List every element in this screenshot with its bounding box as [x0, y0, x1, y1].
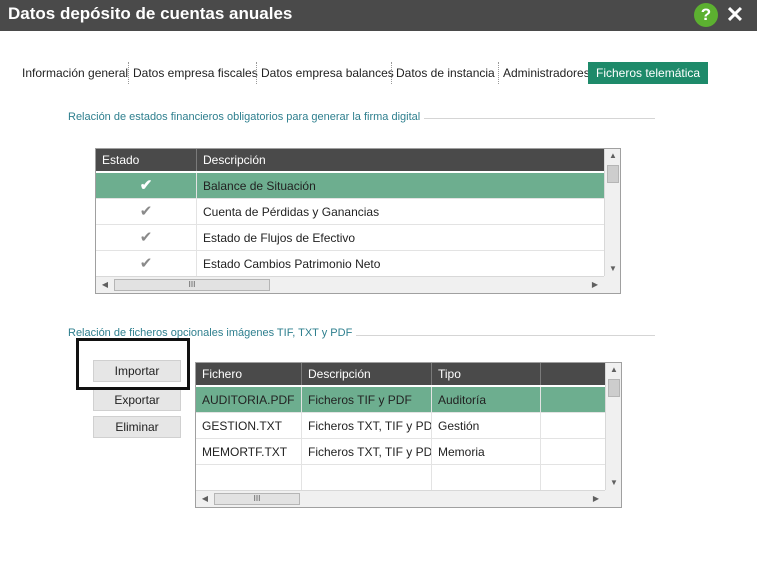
row-fichero: AUDITORIA.PDF — [196, 387, 302, 413]
column-header-estado[interactable]: Estado — [96, 149, 197, 171]
row-fichero: GESTION.TXT — [196, 413, 302, 439]
tab-datos-empresa-balances[interactable]: Datos empresa balances — [256, 62, 398, 84]
scroll-up-icon[interactable]: ▲ — [606, 363, 621, 377]
table-row[interactable] — [196, 465, 606, 491]
row-descripcion: Balance de Situación — [203, 179, 316, 193]
vertical-scrollbar[interactable]: ▲ ▼ — [605, 363, 621, 491]
title-bar: Datos depósito de cuentas anuales ? ✕ — [0, 0, 757, 31]
check-icon: ✔ — [96, 199, 197, 225]
grid-header: Fichero Descripción Tipo — [196, 363, 606, 385]
horizontal-scrollbar[interactable]: ◀ III ▶ — [196, 490, 605, 507]
check-icon: ✔ — [96, 225, 197, 251]
scroll-thumb[interactable]: III — [214, 493, 300, 505]
row-fichero: MEMORTF.TXT — [196, 439, 302, 465]
export-button[interactable]: Exportar — [93, 389, 181, 411]
help-icon[interactable]: ? — [694, 3, 718, 27]
highlight-box — [76, 338, 190, 390]
table-row[interactable]: ✔ Estado Cambios Patrimonio Neto — [96, 251, 605, 277]
scroll-right-icon[interactable]: ▶ — [589, 491, 603, 507]
scroll-corner — [604, 276, 620, 293]
section-title-estados: Relación de estados financieros obligato… — [68, 111, 425, 123]
scroll-corner — [605, 490, 621, 507]
tab-datos-empresa-fiscales[interactable]: Datos empresa fiscales — [128, 62, 262, 84]
check-icon: ✔ — [96, 173, 197, 199]
scroll-right-icon[interactable]: ▶ — [588, 277, 602, 293]
table-row[interactable]: ✔ Balance de Situación — [96, 173, 605, 199]
row-extra — [541, 413, 606, 439]
row-descripcion: Estado de Flujos de Efectivo — [203, 231, 356, 245]
delete-button[interactable]: Eliminar — [93, 416, 181, 438]
column-header-extra[interactable] — [541, 363, 606, 385]
row-descripcion: Ficheros TXT, TIF y PDF — [302, 439, 432, 465]
table-row[interactable]: GESTION.TXT Ficheros TXT, TIF y PDF Gest… — [196, 413, 606, 439]
scroll-thumb[interactable]: III — [114, 279, 270, 291]
close-icon[interactable]: ✕ — [724, 1, 746, 29]
row-extra — [541, 387, 606, 413]
row-tipo — [432, 465, 541, 491]
row-extra — [541, 439, 606, 465]
row-descripcion: Estado Cambios Patrimonio Neto — [203, 257, 381, 271]
vertical-scrollbar[interactable]: ▲ ▼ — [604, 149, 620, 277]
table-row[interactable]: AUDITORIA.PDF Ficheros TIF y PDF Auditor… — [196, 387, 606, 413]
horizontal-scrollbar[interactable]: ◀ III ▶ — [96, 276, 604, 293]
column-header-fichero[interactable]: Fichero — [196, 363, 302, 385]
scroll-left-icon[interactable]: ◀ — [98, 277, 112, 293]
row-descripcion: Ficheros TXT, TIF y PDF — [302, 413, 432, 439]
scroll-up-icon[interactable]: ▲ — [605, 149, 620, 163]
scroll-down-icon[interactable]: ▼ — [605, 262, 620, 276]
grid-header: Estado Descripción — [96, 149, 605, 171]
tab-administradores[interactable]: Administradores — [498, 62, 594, 84]
tab-datos-de-instancia[interactable]: Datos de instancia — [391, 62, 499, 84]
row-descripcion: Cuenta de Pérdidas y Ganancias — [203, 205, 380, 219]
tab-ficheros-telematica[interactable]: Ficheros telemática — [588, 62, 709, 84]
table-row[interactable]: ✔ Estado de Flujos de Efectivo — [96, 225, 605, 251]
scroll-down-icon[interactable]: ▼ — [606, 476, 621, 490]
row-tipo: Gestión — [432, 413, 541, 439]
row-fichero — [196, 465, 302, 491]
tab-informacion-general[interactable]: Información general — [18, 62, 132, 84]
column-header-descripcion[interactable]: Descripción — [302, 363, 432, 385]
column-header-tipo[interactable]: Tipo — [432, 363, 541, 385]
row-tipo: Auditoría — [432, 387, 541, 413]
check-icon: ✔ — [96, 251, 197, 277]
window-title: Datos depósito de cuentas anuales — [8, 4, 293, 23]
table-row[interactable]: MEMORTF.TXT Ficheros TXT, TIF y PDF Memo… — [196, 439, 606, 465]
scroll-thumb[interactable] — [607, 165, 619, 183]
row-tipo: Memoria — [432, 439, 541, 465]
table-row[interactable]: ✔ Cuenta de Pérdidas y Ganancias — [96, 199, 605, 225]
row-descripcion: Ficheros TIF y PDF — [302, 387, 432, 413]
scroll-thumb[interactable] — [608, 379, 620, 397]
estados-grid[interactable]: Estado Descripción ✔ Balance de Situació… — [95, 148, 621, 294]
ficheros-grid[interactable]: Fichero Descripción Tipo AUDITORIA.PDF F… — [195, 362, 622, 508]
column-header-descripcion[interactable]: Descripción — [197, 149, 605, 171]
row-descripcion — [302, 465, 432, 491]
scroll-left-icon[interactable]: ◀ — [198, 491, 212, 507]
row-extra — [541, 465, 606, 491]
